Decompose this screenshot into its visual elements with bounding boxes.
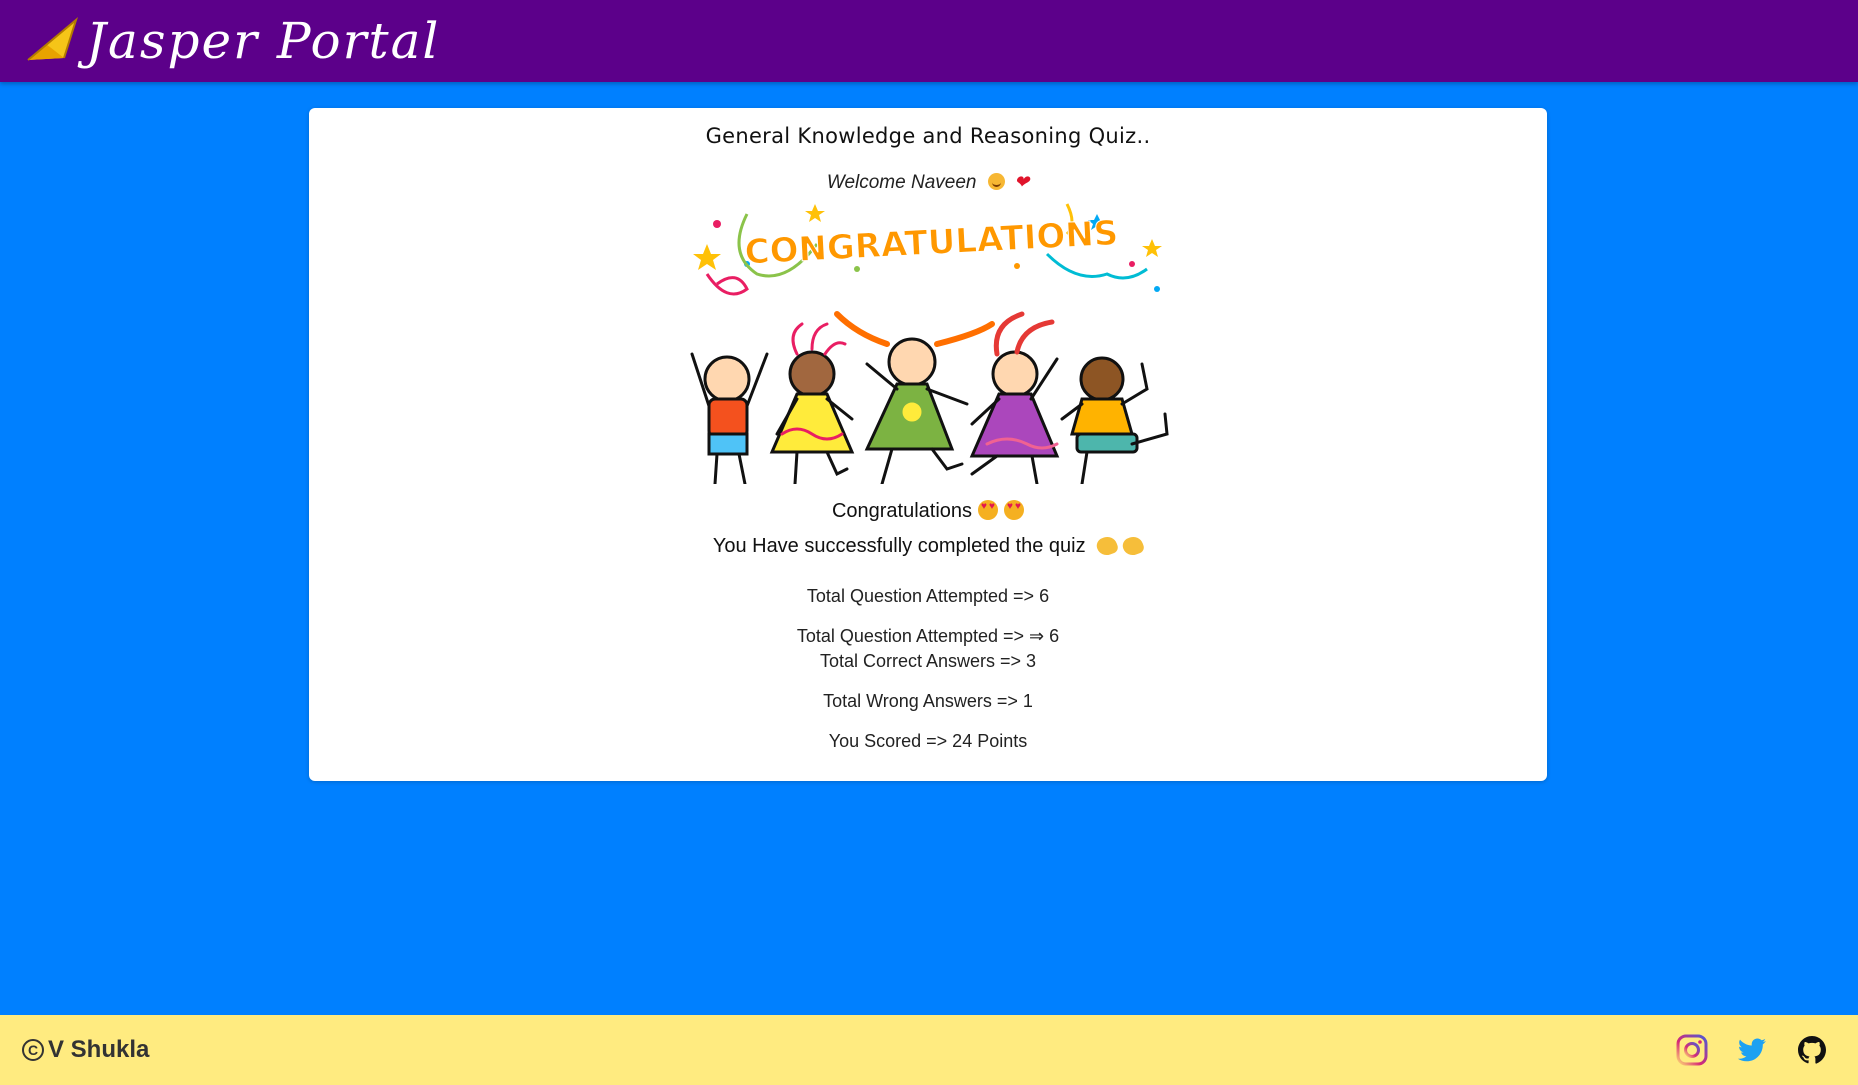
copyright-icon: C [22,1039,44,1061]
footer: C V Shukla [0,1015,1858,1085]
author-name: V Shukla [48,1036,150,1063]
stat-correct-answers: Total Correct Answers => 3 [819,651,1037,671]
twitter-icon [1737,1038,1766,1062]
quiz-title: General Knowledge and Reasoning Quiz.. [705,124,1151,148]
twitter-link[interactable] [1736,1034,1768,1066]
result-card: General Knowledge and Reasoning Quiz.. W… [309,108,1547,781]
copyright: C V Shukla [22,1036,149,1064]
success-text: You Have successfully completed the quiz [712,535,1086,557]
brand-link[interactable]: Jasper Portal [24,0,440,82]
welcome-message: Welcome Naveen ❤ [309,172,1547,194]
heart-emoji-icon: ❤ [1014,172,1030,192]
welcome-text: Welcome Naveen [826,172,977,193]
smile-emoji-icon [987,173,1005,190]
stat-total-attempted-repeat: Total Question Attempted => ⇒ 6 [796,626,1060,646]
congratulations-message: Congratulations [309,500,1547,523]
kids-figures [690,311,1169,484]
congratulations-banner: CONGRATULATIONS [744,213,1119,273]
clapping-hands-emoji-icon [1094,534,1120,558]
github-icon [1798,1036,1826,1064]
instagram-icon [1676,1034,1708,1066]
stat-score: You Scored => 24 Points [828,731,1028,751]
instagram-link[interactable] [1676,1034,1708,1066]
heart-eyes-emoji-icon [978,500,999,520]
paper-plane-icon [27,17,78,61]
brand-title: Jasper Portal [86,12,441,70]
stat-total-attempted: Total Question Attempted => 6 [806,586,1050,606]
github-link[interactable] [1796,1034,1828,1066]
congratulations-text: Congratulations [831,500,973,522]
heart-eyes-emoji-icon [1004,500,1025,520]
navbar: Jasper Portal [0,0,1858,82]
clapping-hands-emoji-icon [1120,534,1146,558]
congratulations-illustration: CONGRATULATIONS [690,203,1169,484]
social-links [1648,1015,1828,1085]
success-message: You Have successfully completed the quiz [309,534,1547,558]
stat-wrong-answers: Total Wrong Answers => 1 [823,691,1033,711]
